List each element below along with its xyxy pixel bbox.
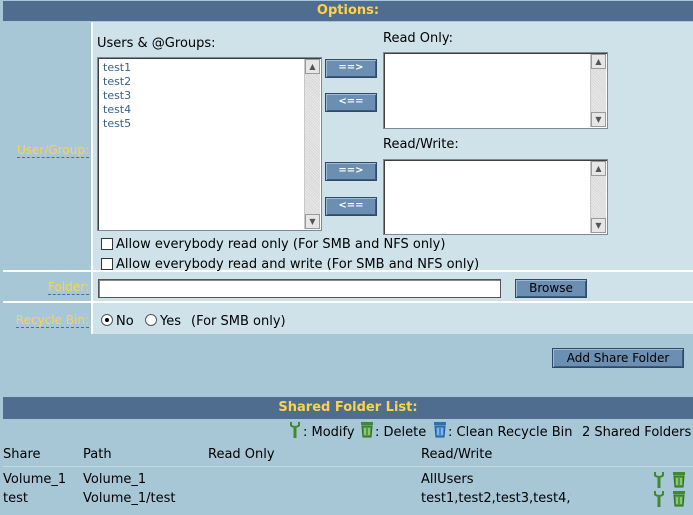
row-read-write: test1,test2,test3,test4,t xyxy=(421,491,571,506)
remove-read-write-button[interactable]: <== xyxy=(325,197,377,216)
clean-recycle-legend-label: : Clean Recycle Bin xyxy=(448,425,573,440)
list-item[interactable]: test3 xyxy=(103,89,131,103)
scroll-down-icon[interactable]: ▼ xyxy=(591,112,606,127)
allow-read-write-label: Allow everybody read and write (For SMB … xyxy=(116,257,480,272)
folder-value-cell: Browse xyxy=(93,272,693,301)
read-write-heading: Read/Write: xyxy=(383,137,459,152)
read-write-scrollbar[interactable]: ▲ ▼ xyxy=(590,161,606,233)
users-list: test1 test2 test3 test4 test5 xyxy=(103,61,131,131)
row-share: test xyxy=(3,491,28,506)
wrench-icon[interactable] xyxy=(652,471,666,488)
column-header-read-write: Read/Write xyxy=(421,447,493,462)
allow-read-only-checkbox[interactable] xyxy=(101,238,113,250)
row-share: Volume_1 xyxy=(3,472,67,487)
modify-legend-label: : Modify xyxy=(303,425,355,440)
user-group-value-cell: Users & @Groups: test1 test2 test3 test4… xyxy=(93,22,693,272)
recycle-value-cell: No Yes (For SMB only) xyxy=(93,303,693,334)
wrench-icon[interactable] xyxy=(652,490,666,507)
trash-icon[interactable] xyxy=(672,471,686,488)
users-groups-listbox[interactable]: test1 test2 test3 test4 test5 ▲ ▼ xyxy=(97,57,322,231)
shared-folder-list-title: Shared Folder List: xyxy=(278,400,418,415)
column-header-share: Share xyxy=(3,447,41,462)
recycle-no-label: No xyxy=(116,314,134,329)
folder-label-cell: Folder: xyxy=(3,272,91,301)
list-item[interactable]: test4 xyxy=(103,103,131,117)
folder-input[interactable] xyxy=(98,279,501,298)
delete-legend-label: : Delete xyxy=(375,425,427,440)
scroll-down-icon[interactable]: ▼ xyxy=(305,214,320,229)
user-group-label-cell: User/Group: xyxy=(3,22,91,270)
add-share-folder-button[interactable]: Add Share Folder xyxy=(552,348,684,368)
read-only-heading: Read Only: xyxy=(383,31,454,46)
scroll-up-icon[interactable]: ▲ xyxy=(305,59,320,74)
allow-read-write-checkbox[interactable] xyxy=(101,258,113,270)
options-title: Options: xyxy=(316,3,380,18)
add-read-write-button[interactable]: ==> xyxy=(325,162,377,181)
recycle-bin-icon xyxy=(434,422,446,438)
options-header: Options: xyxy=(3,1,693,21)
recycle-bin-label: Recycle Bin: xyxy=(15,313,89,328)
allow-read-only-label: Allow everybody read only (For SMB and N… xyxy=(116,237,446,252)
list-item[interactable]: test2 xyxy=(103,75,131,89)
header-divider xyxy=(3,466,693,467)
recycle-no-radio[interactable] xyxy=(101,314,113,326)
user-group-label: User/Group: xyxy=(17,143,89,158)
read-only-listbox[interactable]: ▲ ▼ xyxy=(383,52,608,129)
trash-icon[interactable] xyxy=(672,490,686,507)
read-only-scrollbar[interactable]: ▲ ▼ xyxy=(590,54,606,127)
list-item[interactable]: test1 xyxy=(103,61,131,75)
users-scrollbar[interactable]: ▲ ▼ xyxy=(304,59,320,229)
options-table: User/Group: Users & @Groups: test1 test2… xyxy=(3,22,693,334)
recycle-yes-label: Yes xyxy=(160,314,181,329)
shared-folder-count: 2 Shared Folders xyxy=(582,425,692,440)
row-read-write: AllUsers xyxy=(421,472,474,487)
wrench-icon xyxy=(290,422,300,438)
column-header-path: Path xyxy=(83,447,112,462)
scroll-up-icon[interactable]: ▲ xyxy=(591,161,606,176)
read-write-listbox[interactable]: ▲ ▼ xyxy=(383,159,608,235)
trash-icon xyxy=(361,422,373,438)
scroll-down-icon[interactable]: ▼ xyxy=(591,218,606,233)
recycle-note: (For SMB only) xyxy=(191,314,286,329)
browse-button[interactable]: Browse xyxy=(515,279,587,298)
add-read-only-button[interactable]: ==> xyxy=(325,59,377,78)
users-groups-heading: Users & @Groups: xyxy=(97,36,216,51)
recycle-label-cell: Recycle Bin: xyxy=(3,303,91,334)
remove-read-only-button[interactable]: <== xyxy=(325,93,377,112)
scroll-up-icon[interactable]: ▲ xyxy=(591,54,606,69)
row-path: Volume_1/test xyxy=(83,491,176,506)
column-header-read-only: Read Only xyxy=(208,447,275,462)
list-item[interactable]: test5 xyxy=(103,117,131,131)
row-path: Volume_1 xyxy=(83,472,147,487)
folder-label: Folder: xyxy=(48,280,89,295)
recycle-yes-radio[interactable] xyxy=(145,314,157,326)
shared-folder-list-header: Shared Folder List: xyxy=(3,397,693,419)
